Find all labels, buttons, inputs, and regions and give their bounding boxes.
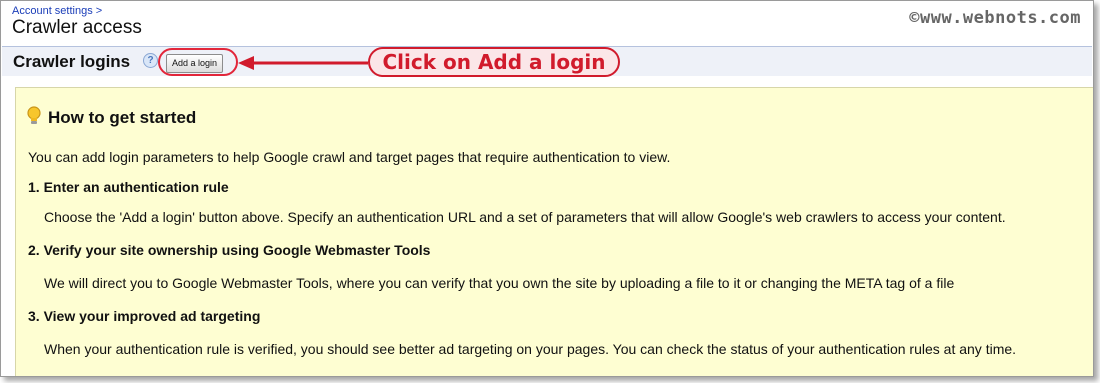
step-2-description: We will direct you to Google Webmaster T… <box>44 275 955 291</box>
intro-text: You can add login parameters to help Goo… <box>28 149 671 165</box>
step-title-text: Enter an authentication rule <box>43 179 229 195</box>
breadcrumb: Account settings > <box>12 5 102 17</box>
panel-heading: How to get started <box>26 106 196 128</box>
step-number: 2. <box>28 242 40 258</box>
getting-started-panel: How to get started You can add login par… <box>15 87 1093 376</box>
step-title-text: View your improved ad targeting <box>43 308 261 324</box>
help-icon[interactable]: ? <box>143 53 158 68</box>
annotation-callout: Click on Add a login <box>368 47 620 77</box>
callout-arrow-icon <box>238 56 368 70</box>
lightbulb-icon <box>27 106 41 124</box>
crawler-logins-header: Crawler logins ? Add a login Click on Ad… <box>2 46 1092 77</box>
step-3-description: When your authentication rule is verifie… <box>44 341 1017 357</box>
panel-heading-text: How to get started <box>48 108 197 127</box>
step-3-title: 3. View your improved ad targeting <box>28 308 260 324</box>
step-number: 3. <box>28 308 40 324</box>
step-2-title: 2. Verify your site ownership using Goog… <box>28 242 430 258</box>
step-1-title: 1. Enter an authentication rule <box>28 179 229 195</box>
section-title: Crawler logins <box>13 52 131 71</box>
screenshot-frame: Account settings > Crawler access ©www.w… <box>0 0 1094 377</box>
add-login-button[interactable]: Add a login <box>166 54 224 73</box>
step-number: 1. <box>28 179 40 195</box>
watermark: ©www.webnots.com <box>909 8 1081 28</box>
step-title-text: Verify your site ownership using Google … <box>43 242 431 258</box>
step-1-description: Choose the 'Add a login' button above. S… <box>44 209 1006 225</box>
breadcrumb-separator: > <box>95 5 103 17</box>
page-title: Crawler access <box>12 17 142 38</box>
breadcrumb-account-settings-link[interactable]: Account settings <box>12 5 93 17</box>
